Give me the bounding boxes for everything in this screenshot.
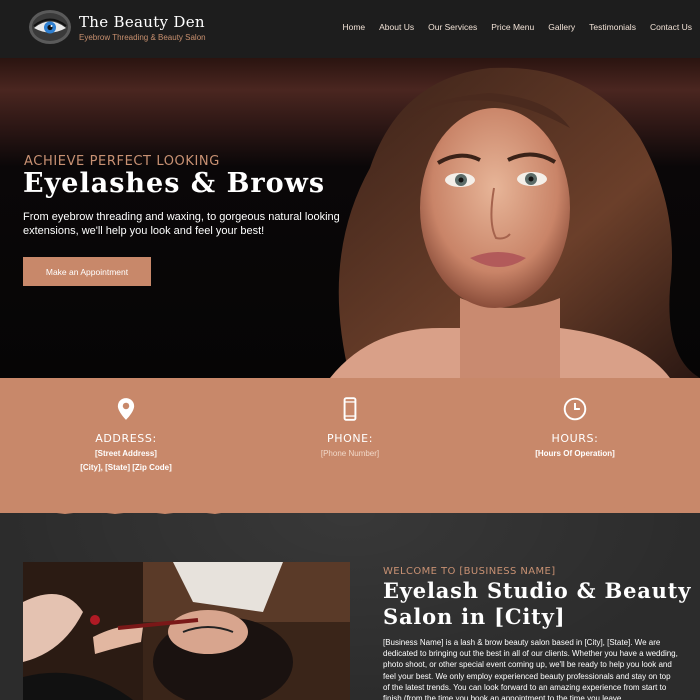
brand-name[interactable]: The Beauty Den <box>79 13 205 31</box>
main-nav: Home About Us Our Services Price Menu Ga… <box>342 22 692 32</box>
nav-our-services[interactable]: Our Services <box>428 22 477 32</box>
hours-of-operation: [Hours Of Operation] <box>535 449 615 458</box>
nav-price-menu[interactable]: Price Menu <box>491 22 534 32</box>
brand-tagline: Eyebrow Threading & Beauty Salon <box>79 33 206 42</box>
hero-eyebrow: ACHIEVE PERFECT LOOKING <box>24 154 220 169</box>
phone-block: PHONE: [Phone Number] <box>250 396 450 459</box>
hero-portrait-image <box>330 67 700 378</box>
nav-home[interactable]: Home <box>342 22 365 32</box>
address-block: ADDRESS: [Street Address] [City], [State… <box>26 396 226 473</box>
nav-testimonials[interactable]: Testimonials <box>589 22 636 32</box>
street-address: [Street Address] <box>95 449 157 458</box>
hero-description: From eyebrow threading and waxing, to go… <box>23 211 340 237</box>
torn-paper-divider <box>0 480 700 514</box>
hours-label: HOURS: <box>551 432 599 445</box>
city-state-zip: [City], [State] [Zip Code] <box>80 463 172 472</box>
eye-logo-icon[interactable] <box>28 9 72 45</box>
map-pin-icon <box>117 398 135 420</box>
phone-label: PHONE: <box>326 432 374 445</box>
hero-section: ACHIEVE PERFECT LOOKING Eyelashes & Brow… <box>0 58 700 378</box>
hero-title: Eyelashes & Brows <box>23 168 326 199</box>
address-label: ADDRESS: <box>95 432 157 445</box>
welcome-eyebrow: WELCOME TO [BUSINESS NAME] <box>383 566 556 577</box>
mobile-phone-icon <box>343 397 357 421</box>
make-appointment-button[interactable]: Make an Appointment <box>23 257 151 286</box>
nav-contact-us[interactable]: Contact Us <box>650 22 692 32</box>
nav-gallery[interactable]: Gallery <box>548 22 575 32</box>
welcome-body: [Business Name] is a lash & brow beauty … <box>383 638 678 700</box>
phone-number[interactable]: [Phone Number] <box>250 449 450 459</box>
clock-icon <box>563 397 587 421</box>
lash-treatment-photo <box>23 562 350 700</box>
nav-about-us[interactable]: About Us <box>379 22 414 32</box>
welcome-title: Eyelash Studio & Beauty Salon in [City] <box>383 578 692 629</box>
site-header: The Beauty Den Eyebrow Threading & Beaut… <box>0 0 700 58</box>
hours-block: HOURS: [Hours Of Operation] <box>475 396 675 459</box>
